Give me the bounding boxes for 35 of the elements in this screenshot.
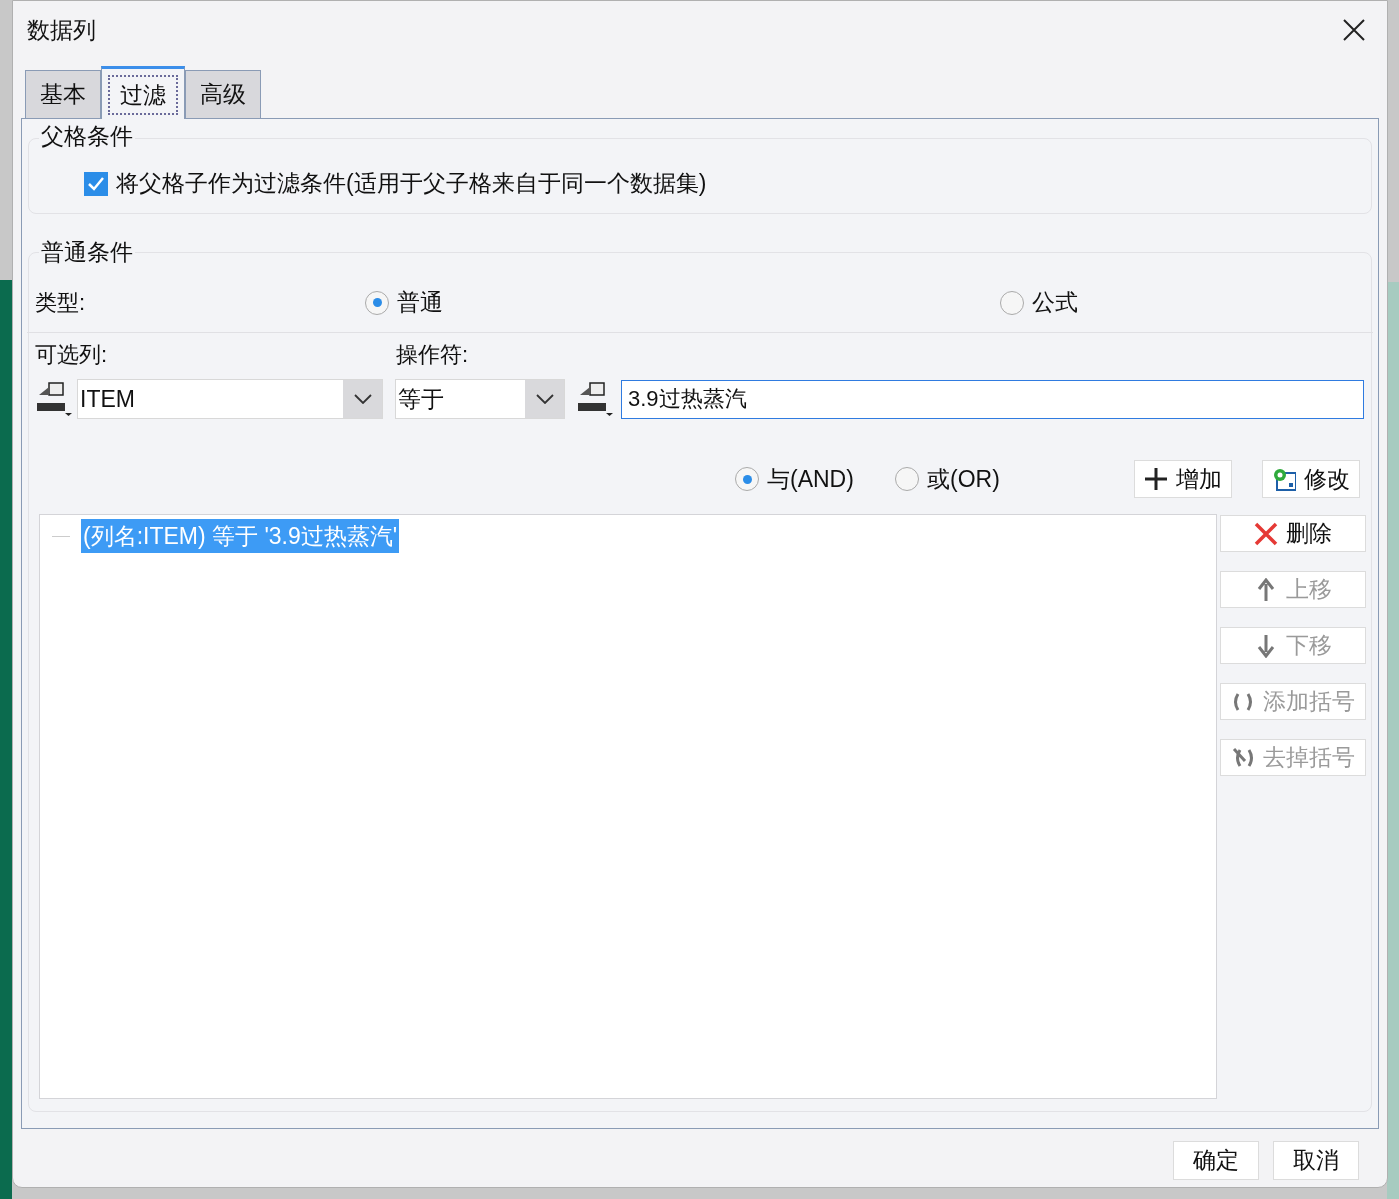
chevron-down-icon <box>535 394 554 404</box>
field-label: 操作符: <box>396 340 469 369</box>
dialog-button[interactable]: 确定 <box>1173 1141 1259 1180</box>
plus-icon <box>1143 467 1168 491</box>
chevron-down-icon <box>353 394 372 404</box>
radio-label[interactable]: 或(OR) <box>927 461 1000 497</box>
tab[interactable]: 基本 <box>25 70 101 118</box>
close-icon <box>1343 19 1365 41</box>
radio-button[interactable] <box>365 290 389 315</box>
action-button[interactable]: 修改 <box>1261 460 1360 498</box>
action-button[interactable]: 增加 <box>1133 460 1232 498</box>
gear-window-icon <box>1271 467 1296 491</box>
radio-label[interactable]: 普通 <box>397 285 443 320</box>
dialog-button[interactable]: 取消 <box>1273 1141 1359 1180</box>
field-type-icon <box>576 381 614 417</box>
close-icon <box>1254 521 1278 546</box>
group-title: 父格条件 <box>39 123 135 149</box>
radio-label[interactable]: 与(AND) <box>767 461 854 497</box>
radio-button[interactable] <box>735 467 759 491</box>
radio-button[interactable] <box>1000 290 1024 315</box>
value-input-field[interactable]: 3.9过热蒸汽 <box>621 379 1364 419</box>
checkbox[interactable] <box>84 171 108 196</box>
field-label: 类型: <box>35 289 87 317</box>
group-title: 普通条件 <box>39 239 135 265</box>
field-type-icon <box>35 381 73 417</box>
radio-button[interactable] <box>895 467 919 491</box>
window-title: 数据列 <box>27 15 96 45</box>
checkbox-label: 将父格子作为过滤条件(适用于父子格来自于同一个数据集) <box>116 169 707 199</box>
field-label: 可选列: <box>35 340 109 369</box>
action-button[interactable]: 删除 <box>1220 515 1366 552</box>
operator-dropdown[interactable]: 等于 <box>395 379 565 419</box>
tab[interactable]: 过滤 <box>101 66 185 119</box>
tab[interactable]: 高级 <box>185 70 261 118</box>
column-dropdown[interactable]: ITEM <box>77 379 383 419</box>
radio-label[interactable]: 公式 <box>1032 285 1078 320</box>
